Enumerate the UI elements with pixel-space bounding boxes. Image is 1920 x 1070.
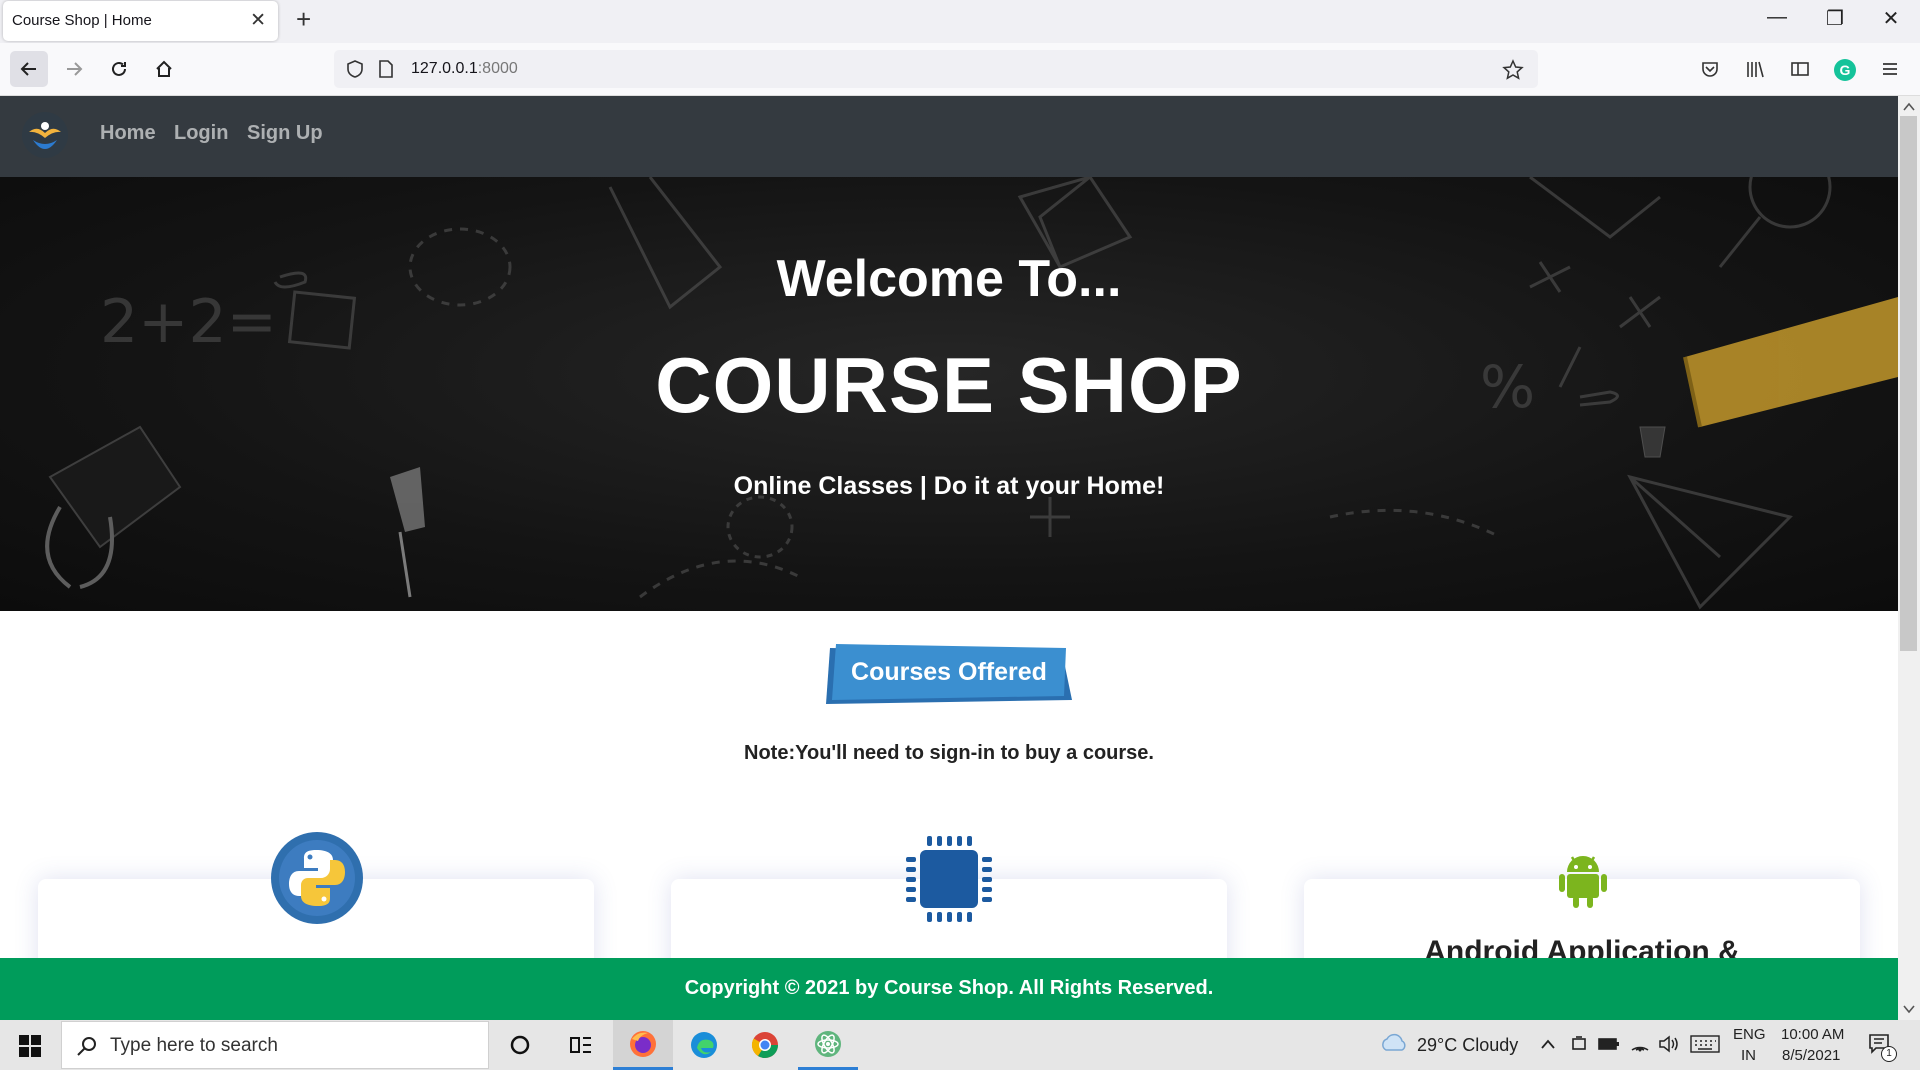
weather-text[interactable]: 29°C Cloudy bbox=[1417, 1035, 1518, 1056]
home-button[interactable] bbox=[145, 51, 183, 87]
back-arrow-icon bbox=[20, 62, 36, 76]
bird-logo-icon bbox=[29, 122, 61, 149]
pocket-icon[interactable] bbox=[1700, 59, 1720, 79]
reload-icon bbox=[112, 61, 126, 76]
restore-button[interactable]: ❐ bbox=[1812, 6, 1858, 31]
address-bar[interactable]: 127.0.0.1:8000 bbox=[334, 50, 1538, 88]
task-view-button[interactable] bbox=[551, 1020, 611, 1070]
forward-button[interactable] bbox=[55, 51, 93, 87]
volume-icon[interactable] bbox=[1658, 1034, 1680, 1054]
battery-icon[interactable] bbox=[1598, 1036, 1620, 1052]
taskbar-search-box[interactable]: Type here to search bbox=[61, 1021, 489, 1069]
cortana-circle-icon bbox=[510, 1035, 530, 1055]
page-icon bbox=[379, 60, 393, 78]
web-page: Home Login Sign Up 2+2= % Welcome To... … bbox=[0, 96, 1898, 1020]
minimize-button[interactable]: — bbox=[1754, 6, 1800, 29]
url-text: 127.0.0.1:8000 bbox=[411, 60, 518, 78]
windows-taskbar: Type here to search 29°C Cloudy ENG IN 1… bbox=[0, 1020, 1920, 1070]
taskbar-atom[interactable] bbox=[798, 1020, 858, 1070]
site-navbar: Home Login Sign Up bbox=[0, 96, 1898, 177]
site-logo[interactable] bbox=[22, 112, 68, 158]
edge-icon bbox=[691, 1032, 717, 1058]
atom-editor-icon bbox=[815, 1030, 841, 1057]
firefox-icon bbox=[630, 1030, 656, 1057]
weather-cloud-icon[interactable] bbox=[1378, 1032, 1408, 1054]
tray-chevron-up-icon[interactable] bbox=[1540, 1038, 1556, 1050]
search-icon bbox=[77, 1037, 96, 1056]
new-tab-button[interactable]: + bbox=[296, 4, 311, 35]
nav-home-link[interactable]: Home bbox=[100, 122, 156, 145]
windows-start-icon[interactable] bbox=[19, 1035, 41, 1057]
chrome-icon bbox=[751, 1032, 779, 1059]
taskbar-chrome[interactable] bbox=[735, 1020, 795, 1070]
library-icon[interactable] bbox=[1745, 59, 1765, 79]
signin-note: Note:You'll need to sign-in to buy a cou… bbox=[744, 742, 1154, 764]
courses-offered-badge: Courses Offered bbox=[826, 644, 1072, 706]
android-icon bbox=[1559, 856, 1607, 908]
footer-copyright: Copyright © 2021 by Course Shop. All Rig… bbox=[684, 977, 1214, 999]
wifi-icon[interactable] bbox=[1630, 1034, 1650, 1054]
browser-tab[interactable]: Course Shop | Home ✕ bbox=[3, 1, 278, 41]
scroll-up-arrow-icon[interactable] bbox=[1903, 102, 1915, 112]
url-port: :8000 bbox=[477, 60, 518, 77]
scroll-down-arrow-icon[interactable] bbox=[1903, 1004, 1915, 1014]
scrollbar-thumb[interactable] bbox=[1900, 116, 1917, 651]
nav-signup-link[interactable]: Sign Up bbox=[247, 122, 323, 145]
reload-button[interactable] bbox=[100, 51, 138, 87]
site-footer: Copyright © 2021 by Course Shop. All Rig… bbox=[0, 958, 1898, 1020]
keyboard-icon[interactable] bbox=[1690, 1035, 1720, 1053]
tab-close-icon[interactable]: ✕ bbox=[250, 9, 266, 32]
hero-tagline: Online Classes | Do it at your Home! bbox=[733, 472, 1165, 500]
taskbar-edge[interactable] bbox=[674, 1020, 734, 1070]
python-icon bbox=[271, 832, 363, 924]
task-view-icon bbox=[570, 1037, 591, 1053]
shield-icon[interactable] bbox=[345, 59, 365, 79]
language-bottom[interactable]: IN bbox=[1741, 1047, 1756, 1064]
nav-login-link[interactable]: Login bbox=[174, 122, 228, 145]
language-top[interactable]: ENG bbox=[1733, 1026, 1766, 1043]
back-button[interactable] bbox=[10, 51, 48, 87]
hero-banner: 2+2= % Welcome To... COURSE SHOP Online … bbox=[0, 177, 1898, 611]
hero-welcome: Welcome To... bbox=[776, 250, 1122, 308]
chip-icon bbox=[906, 836, 992, 922]
notification-count-badge: 1 bbox=[1881, 1046, 1897, 1062]
menu-icon[interactable] bbox=[1880, 59, 1900, 79]
taskbar-search-placeholder: Type here to search bbox=[110, 1035, 278, 1056]
courses-offered-heading: Courses Offered bbox=[851, 658, 1047, 686]
sidebar-icon[interactable] bbox=[1790, 59, 1810, 79]
browser-tab-strip: Course Shop | Home ✕ + — ❐ ✕ bbox=[0, 0, 1920, 43]
bookmark-star-icon[interactable] bbox=[1502, 59, 1524, 81]
cortana-button[interactable] bbox=[490, 1020, 550, 1070]
clock-time[interactable]: 10:00 AM bbox=[1781, 1026, 1844, 1043]
taskbar-firefox[interactable] bbox=[613, 1020, 673, 1070]
hero-title: COURSE SHOP bbox=[655, 341, 1243, 429]
url-host: 127.0.0.1 bbox=[411, 60, 478, 77]
forward-arrow-icon bbox=[67, 62, 83, 76]
home-icon bbox=[156, 60, 172, 77]
clock-date[interactable]: 8/5/2021 bbox=[1782, 1047, 1840, 1064]
window-close-button[interactable]: ✕ bbox=[1868, 6, 1914, 31]
browser-toolbar: 127.0.0.1:8000 G bbox=[0, 43, 1920, 96]
meet-now-icon[interactable] bbox=[1570, 1034, 1588, 1054]
tab-title: Course Shop | Home bbox=[12, 12, 152, 29]
grammarly-extension-icon[interactable]: G bbox=[1834, 59, 1856, 81]
